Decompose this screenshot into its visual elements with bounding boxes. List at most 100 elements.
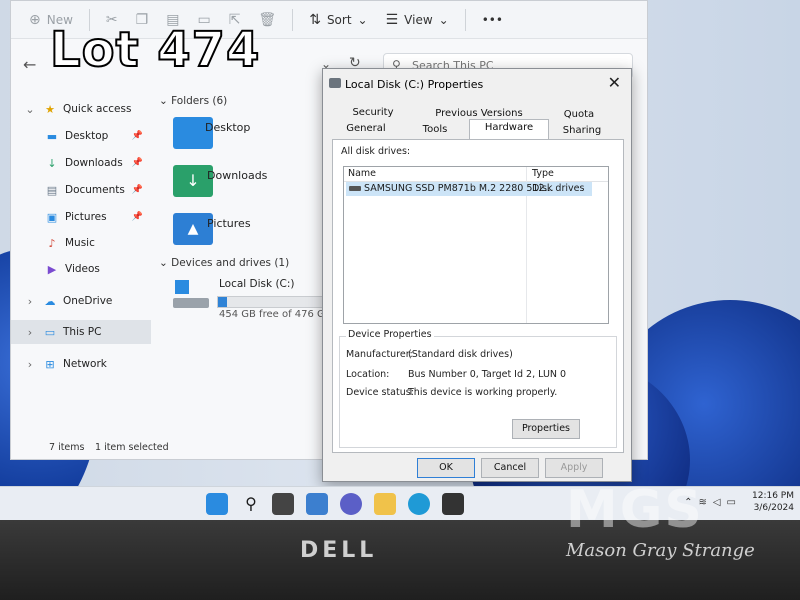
drive-c-icon[interactable]: [173, 278, 209, 312]
list-item[interactable]: SAMSUNG SSD PM871b M.2 2280 512... Disk …: [346, 182, 592, 196]
hardware-panel: All disk drives: Name Type SAMSUNG SSD P…: [332, 139, 624, 453]
sidebar-item-quick-access[interactable]: ⌄ ★ Quick access: [23, 97, 163, 121]
close-button[interactable]: ✕: [608, 73, 621, 92]
sidebar-item-label: OneDrive: [63, 295, 113, 307]
apply-button[interactable]: Apply: [545, 458, 603, 478]
device-properties-heading: Device Properties: [346, 329, 434, 340]
devices-group-header[interactable]: ⌄ Devices and drives (1): [159, 257, 289, 269]
sort-icon: ⇅: [309, 11, 321, 28]
chevron-down-icon: ⌄: [357, 12, 368, 27]
sidebar-item-label: This PC: [63, 326, 102, 338]
item-count: 7 items: [49, 442, 85, 453]
drive-row-name: SAMSUNG SSD PM871b M.2 2280 512...: [364, 183, 554, 194]
tab-hardware[interactable]: Hardware: [469, 119, 549, 139]
chevron-down-icon: ⌄: [159, 95, 172, 107]
properties-dialog: Local Disk (C:) Properties ✕ Security Pr…: [322, 68, 632, 482]
group-label: Devices and drives (1): [171, 257, 290, 269]
drive-icon: [329, 78, 341, 88]
pictures-icon: ▣: [46, 210, 58, 224]
videos-icon: ▶: [47, 262, 57, 276]
manufacturer-value: (Standard disk drives): [408, 349, 513, 360]
dialog-title: Local Disk (C:) Properties: [345, 78, 484, 91]
cancel-button[interactable]: Cancel: [481, 458, 539, 478]
more-button[interactable]: •••: [476, 6, 509, 34]
dell-logo: DELL: [300, 538, 378, 563]
mgs-watermark-logo: MGS: [566, 480, 704, 540]
manufacturer-label: Manufacturer:: [346, 349, 413, 360]
back-arrow-icon[interactable]: ←: [23, 55, 36, 74]
trash-icon: 🗑: [258, 11, 277, 28]
tab-tools[interactable]: Tools: [407, 122, 463, 138]
sidebar-item-label: Videos: [65, 263, 100, 275]
navigation-pane: ⌄ ★ Quick access ▬ Desktop 📌 ↓ Downloads…: [11, 91, 151, 437]
column-header-type[interactable]: Type: [532, 168, 554, 179]
company-watermark: Mason Gray Strange: [566, 540, 755, 561]
tab-sharing[interactable]: Sharing: [551, 123, 613, 139]
start-button[interactable]: [206, 493, 228, 515]
document-icon: ▤: [46, 183, 58, 197]
sidebar-item-label: Documents: [65, 184, 125, 196]
taskbar-clock[interactable]: 12:16 PM 3/6/2024: [752, 490, 794, 514]
folder-label[interactable]: Pictures: [207, 217, 251, 230]
properties-button[interactable]: Properties: [512, 419, 580, 439]
column-header-name[interactable]: Name: [348, 168, 376, 179]
tab-quota[interactable]: Quota: [549, 107, 609, 123]
sidebar-item-desktop[interactable]: ▬ Desktop 📌: [11, 124, 151, 148]
sort-label: Sort: [326, 12, 352, 27]
group-label: Folders (6): [171, 95, 228, 107]
chevron-down-icon: ⌄: [438, 12, 449, 27]
sidebar-item-network[interactable]: › ⊞ Network: [23, 352, 163, 376]
task-view-icon[interactable]: [272, 493, 294, 515]
sidebar-item-this-pc[interactable]: › ▭ This PC: [11, 320, 151, 344]
clock-date: 3/6/2024: [753, 503, 794, 513]
chat-icon[interactable]: [340, 493, 362, 515]
store-icon[interactable]: [442, 493, 464, 515]
cloud-icon: ☁: [44, 294, 56, 308]
folders-group-header[interactable]: ⌄ Folders (6): [159, 95, 227, 107]
file-explorer-icon[interactable]: [374, 493, 396, 515]
drive-name[interactable]: Local Disk (C:): [219, 278, 295, 290]
clock-time: 12:16 PM: [752, 491, 794, 501]
sidebar-item-label: Pictures: [65, 211, 107, 223]
widgets-icon[interactable]: [306, 493, 328, 515]
disk-icon: [173, 298, 209, 308]
divider: [464, 8, 466, 31]
sidebar-item-onedrive[interactable]: › ☁ OneDrive: [23, 289, 163, 313]
sidebar-item-videos[interactable]: ▶ Videos: [11, 257, 151, 281]
chevron-down-icon: ⌄: [159, 257, 172, 269]
sidebar-item-label: Network: [63, 358, 107, 370]
chevron-right-icon: ›: [27, 357, 33, 371]
pin-icon: 📌: [131, 131, 143, 141]
tab-general[interactable]: General: [333, 121, 399, 137]
more-icon: •••: [481, 12, 503, 27]
view-label: View: [404, 12, 433, 27]
sidebar-item-pictures[interactable]: ▣ Pictures 📌: [11, 205, 151, 229]
windows-logo-icon: [175, 280, 189, 294]
plus-icon: ⊕: [29, 11, 41, 28]
battery-icon: ▭: [726, 497, 742, 508]
sidebar-item-label: Music: [65, 237, 95, 249]
chevron-right-icon: ›: [27, 325, 33, 339]
tab-security[interactable]: Security: [337, 105, 409, 121]
folder-label[interactable]: Desktop: [205, 121, 250, 134]
folder-label[interactable]: Downloads: [207, 169, 267, 182]
star-icon: ★: [45, 102, 55, 116]
search-icon[interactable]: ⚲: [240, 493, 262, 515]
download-icon: ↓: [47, 156, 57, 170]
sidebar-item-downloads[interactable]: ↓ Downloads 📌: [11, 151, 151, 175]
sidebar-item-music[interactable]: ♪ Music: [11, 231, 151, 255]
all-disk-drives-label: All disk drives:: [341, 146, 411, 157]
ok-button[interactable]: OK: [417, 458, 475, 478]
location-label: Location:: [346, 369, 390, 380]
view-button[interactable]: ☰ View ⌄: [380, 6, 455, 34]
drive-free-space: 454 GB free of 476 GB: [219, 309, 332, 320]
desktop-icon: ▬: [46, 129, 58, 143]
chevron-right-icon: ›: [27, 294, 33, 308]
disk-drives-list[interactable]: Name Type SAMSUNG SSD PM871b M.2 2280 51…: [343, 166, 609, 324]
device-status-value: This device is working properly.: [408, 387, 558, 398]
sidebar-item-documents[interactable]: ▤ Documents 📌: [11, 178, 151, 202]
edge-icon[interactable]: [408, 493, 430, 515]
sort-button[interactable]: ⇅ Sort ⌄: [303, 6, 373, 34]
drive-usage-fill: [218, 297, 228, 307]
volume-icon: ◁: [712, 497, 727, 508]
